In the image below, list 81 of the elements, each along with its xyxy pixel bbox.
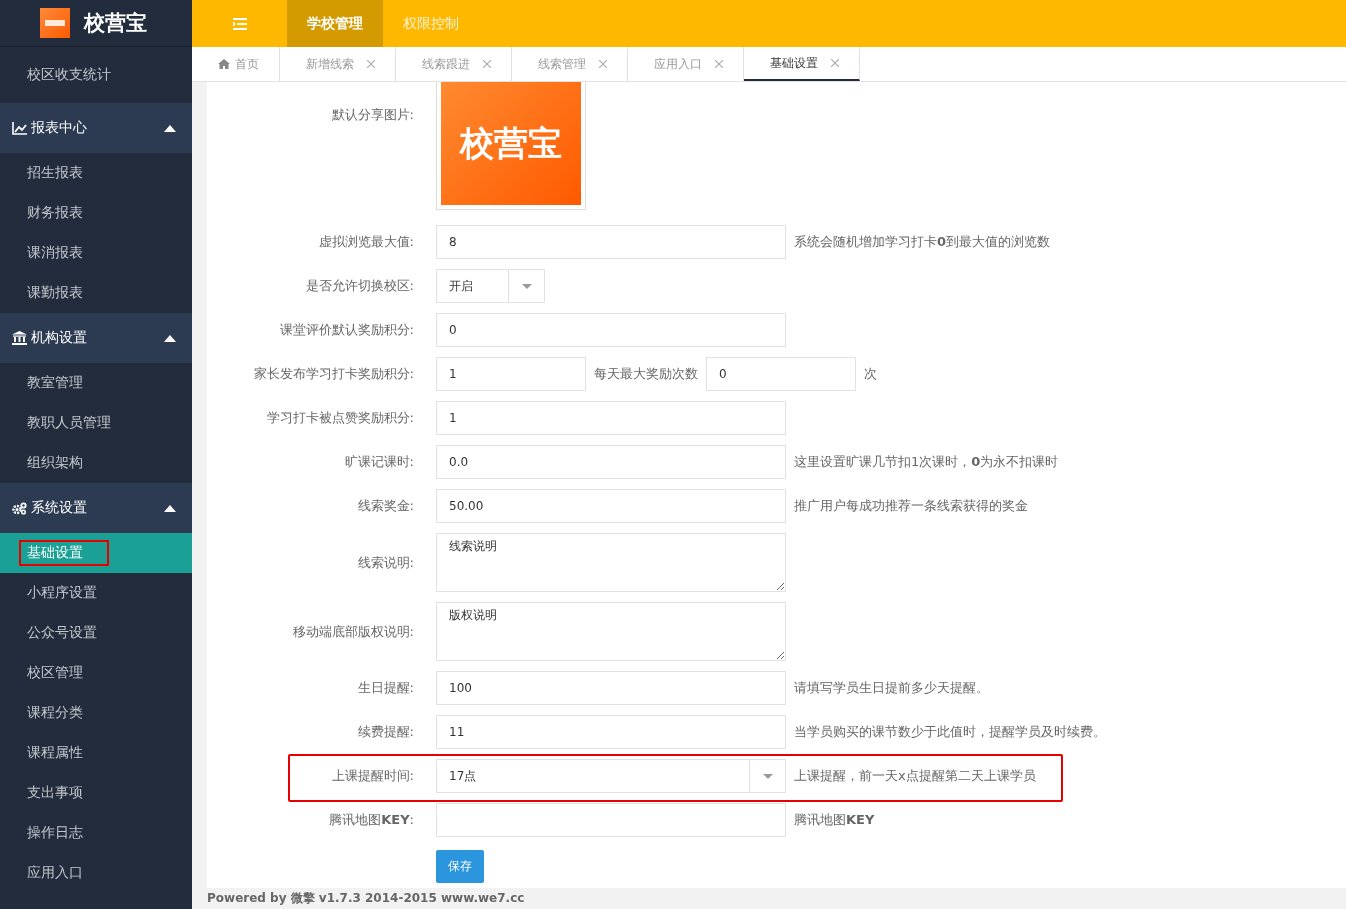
field-label: 线索说明: — [357, 554, 414, 570]
caret-down-icon — [521, 283, 532, 289]
field-label: 每天最大奖励次数 — [594, 365, 698, 383]
logo-icon — [40, 8, 70, 38]
input-field[interactable]: 11 — [436, 715, 786, 749]
help-text: 请填写学员生日提前多少天提醒。 — [794, 679, 989, 697]
field-label: 上课提醒时间: — [331, 768, 414, 783]
input-field[interactable]: 50.00 — [436, 489, 786, 523]
field-label: 是否允许切换校区: — [305, 278, 414, 293]
sidebar-item[interactable]: 课勤报表 — [0, 273, 192, 313]
field-label: 移动端底部版权说明: — [292, 623, 414, 639]
field-label: 虚拟浏览最大值: — [318, 234, 414, 249]
unit-label: 次 — [864, 365, 877, 383]
caret-down-icon — [762, 773, 773, 779]
input-field[interactable] — [436, 803, 786, 837]
select-field[interactable]: 17点 — [436, 759, 786, 793]
sidebar-group[interactable]: 系统设置 — [0, 483, 192, 533]
group-label: 机构设置 — [31, 329, 88, 347]
field-label: 默认分享图片: — [331, 107, 414, 122]
sidebar-item[interactable]: 小程序设置 — [0, 573, 192, 613]
sidebar-item[interactable]: 财务报表 — [0, 193, 192, 233]
sidebar-item[interactable]: 公众号设置 — [0, 613, 192, 653]
sidebar-item[interactable]: 应用入口 — [0, 853, 192, 893]
tab-label: 基础设置 — [770, 54, 818, 72]
close-icon[interactable] — [367, 60, 375, 68]
group-label: 报表中心 — [31, 119, 88, 137]
help-text: 上课提醒，前一天x点提醒第二天上课学员 — [794, 767, 1036, 785]
input-field[interactable]: 8 — [436, 225, 786, 259]
close-icon[interactable] — [483, 60, 491, 68]
sidebar-item[interactable]: 支出事项 — [0, 773, 192, 813]
field-label: 生日提醒: — [357, 680, 414, 695]
sidebar-item[interactable]: 教职人员管理 — [0, 403, 192, 443]
brand-name: 校营宝 — [84, 10, 147, 37]
help-text: 这里设置旷课几节扣1次课时，0为永不扣课时 — [794, 453, 1059, 471]
tab-label: 应用入口 — [654, 55, 702, 73]
tab-label: 新增线索 — [306, 55, 354, 73]
sidebar-item[interactable]: 校区管理 — [0, 653, 192, 693]
text-area[interactable]: 版权说明 — [436, 602, 786, 661]
close-icon[interactable] — [599, 60, 607, 68]
sidebar-group[interactable]: 机构设置 — [0, 313, 192, 363]
field-label: 课堂评价默认奖励积分: — [279, 322, 414, 337]
sidebar-item[interactable]: 课程分类 — [0, 693, 192, 733]
sidebar-item[interactable]: 校区收支统计 — [0, 47, 192, 103]
help-text: 推广用户每成功推荐一条线索获得的奖金 — [794, 497, 1028, 515]
field-label: 线索奖金: — [357, 498, 414, 513]
sidebar-item[interactable]: 课程属性 — [0, 733, 192, 773]
sidebar-item[interactable]: 操作日志 — [0, 813, 192, 853]
home-icon — [218, 59, 230, 69]
menu-icon — [232, 17, 247, 30]
tab-label: 首页 — [235, 55, 259, 73]
select-field[interactable]: 开启 — [436, 269, 545, 303]
field-label: 续费提醒: — [357, 724, 414, 739]
help-text: 系统会随机增加学习打卡0到最大值的浏览数 — [794, 233, 1051, 251]
close-icon[interactable] — [831, 59, 839, 67]
help-text: 腾讯地图KEY — [794, 811, 875, 829]
annotation-box: 基础设置 — [21, 542, 107, 564]
input-field[interactable]: 100 — [436, 671, 786, 705]
input-field[interactable]: 1 — [436, 357, 586, 391]
group-label: 系统设置 — [31, 499, 88, 517]
sidebar-item[interactable]: 课消报表 — [0, 233, 192, 273]
field-label: 旷课记课时: — [344, 454, 414, 469]
sidebar-item[interactable]: 招生报表 — [0, 153, 192, 193]
tab-label: 线索管理 — [538, 55, 586, 73]
help-text: 当学员购买的课节数少于此值时，提醒学员及时续费。 — [794, 723, 1106, 741]
input-field[interactable]: 0 — [706, 357, 856, 391]
sidebar-group[interactable]: 报表中心 — [0, 103, 192, 153]
tab-label: 线索跟进 — [422, 55, 470, 73]
sidebar-item[interactable]: 教室管理 — [0, 363, 192, 403]
input-field[interactable]: 0 — [436, 313, 786, 347]
input-field[interactable]: 1 — [436, 401, 786, 435]
field-label: 学习打卡被点赞奖励积分: — [266, 410, 414, 425]
text-area[interactable]: 线索说明 — [436, 533, 786, 592]
chart-icon — [12, 121, 27, 135]
footer-text: Powered by 微擎 v1.7.3 2014-2015 www.we7.cc — [192, 888, 1346, 909]
close-icon[interactable] — [715, 60, 723, 68]
field-label: 腾讯地图KEY: — [329, 812, 414, 827]
bank-icon — [12, 331, 27, 345]
gears-icon — [12, 501, 27, 515]
input-field[interactable]: 0.0 — [436, 445, 786, 479]
sidebar-item[interactable]: 组织架构 — [0, 443, 192, 483]
field-label: 家长发布学习打卡奖励积分: — [253, 366, 414, 381]
